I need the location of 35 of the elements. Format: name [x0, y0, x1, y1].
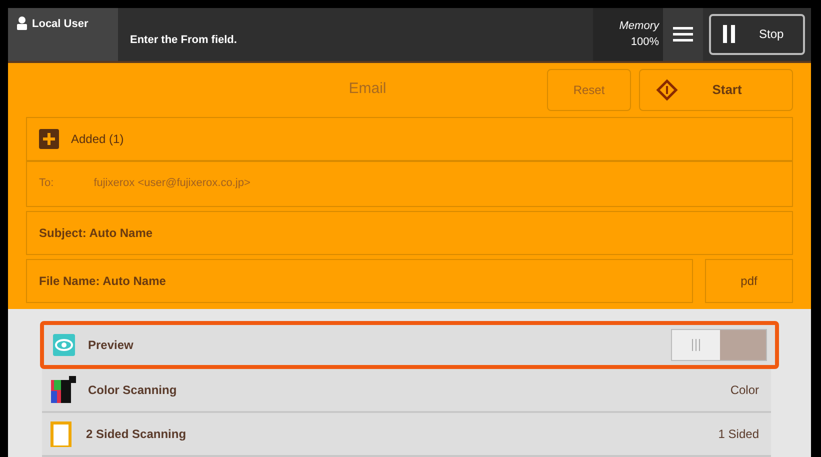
stop-button[interactable]: Stop [709, 14, 805, 55]
feature-row[interactable]: Preview [40, 321, 779, 369]
to-address: fujixerox <user@fujixerox.co.jp> [94, 176, 250, 192]
feature-label: Preview [88, 337, 134, 354]
added-label: Added (1) [71, 130, 124, 148]
user-icon [16, 16, 28, 30]
user-name: Local User [32, 17, 88, 32]
toggle-switch[interactable] [671, 329, 767, 361]
eye-icon [52, 333, 76, 357]
start-icon [656, 78, 678, 101]
pause-icon [723, 25, 735, 44]
plus-icon [39, 128, 59, 149]
feature-value: Color [730, 382, 760, 399]
feature-value: 1 Sided [718, 426, 760, 443]
job-title: Email [348, 79, 388, 100]
file-name-field[interactable]: File Name: Auto Name [26, 258, 693, 303]
menu-icon [673, 26, 693, 42]
added-row[interactable]: Added (1) [26, 116, 793, 161]
grip-icon [692, 339, 700, 351]
page-icon [50, 421, 74, 447]
color-document-icon [50, 376, 76, 404]
menu-button[interactable] [663, 8, 703, 61]
start-button[interactable]: Start [639, 68, 793, 111]
feature-label: 2 Sided Scanning [86, 426, 188, 443]
memory-value: 100% [630, 35, 659, 50]
subject-field[interactable]: Subject: Auto Name [26, 210, 793, 255]
feature-row[interactable]: Color Scanning Color [42, 369, 771, 413]
feature-row[interactable]: 2 Sided Scanning 1 Sided [42, 413, 771, 457]
to-row[interactable]: To: fujixerox <user@fujixerox.co.jp> [26, 160, 793, 207]
reset-button[interactable]: Reset [547, 68, 631, 111]
file-type-button[interactable]: pdf [705, 258, 793, 303]
status-message: Enter the From field. [130, 33, 237, 48]
feature-label: Color Scanning [88, 382, 178, 399]
memory-label: Memory [619, 18, 659, 34]
to-label: To: [39, 176, 54, 192]
